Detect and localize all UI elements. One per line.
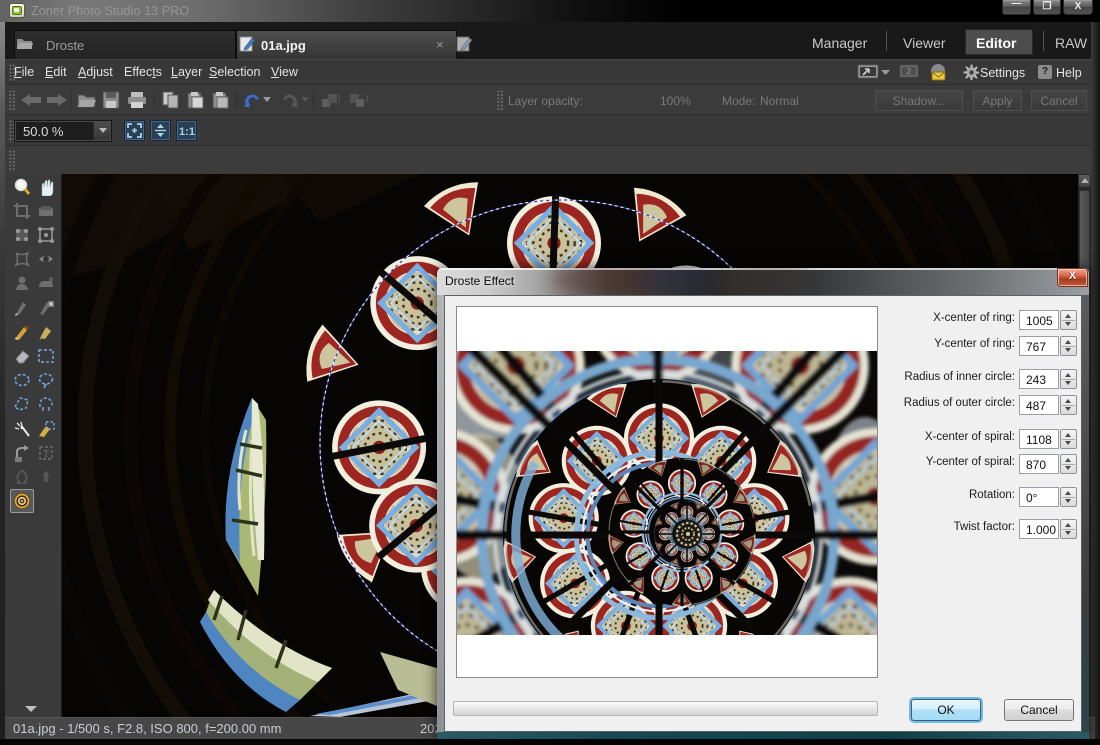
svg-text:1:1: 1:1 [179, 126, 195, 137]
svg-text:T: T [43, 449, 49, 460]
svg-text:2: 2 [907, 67, 912, 76]
